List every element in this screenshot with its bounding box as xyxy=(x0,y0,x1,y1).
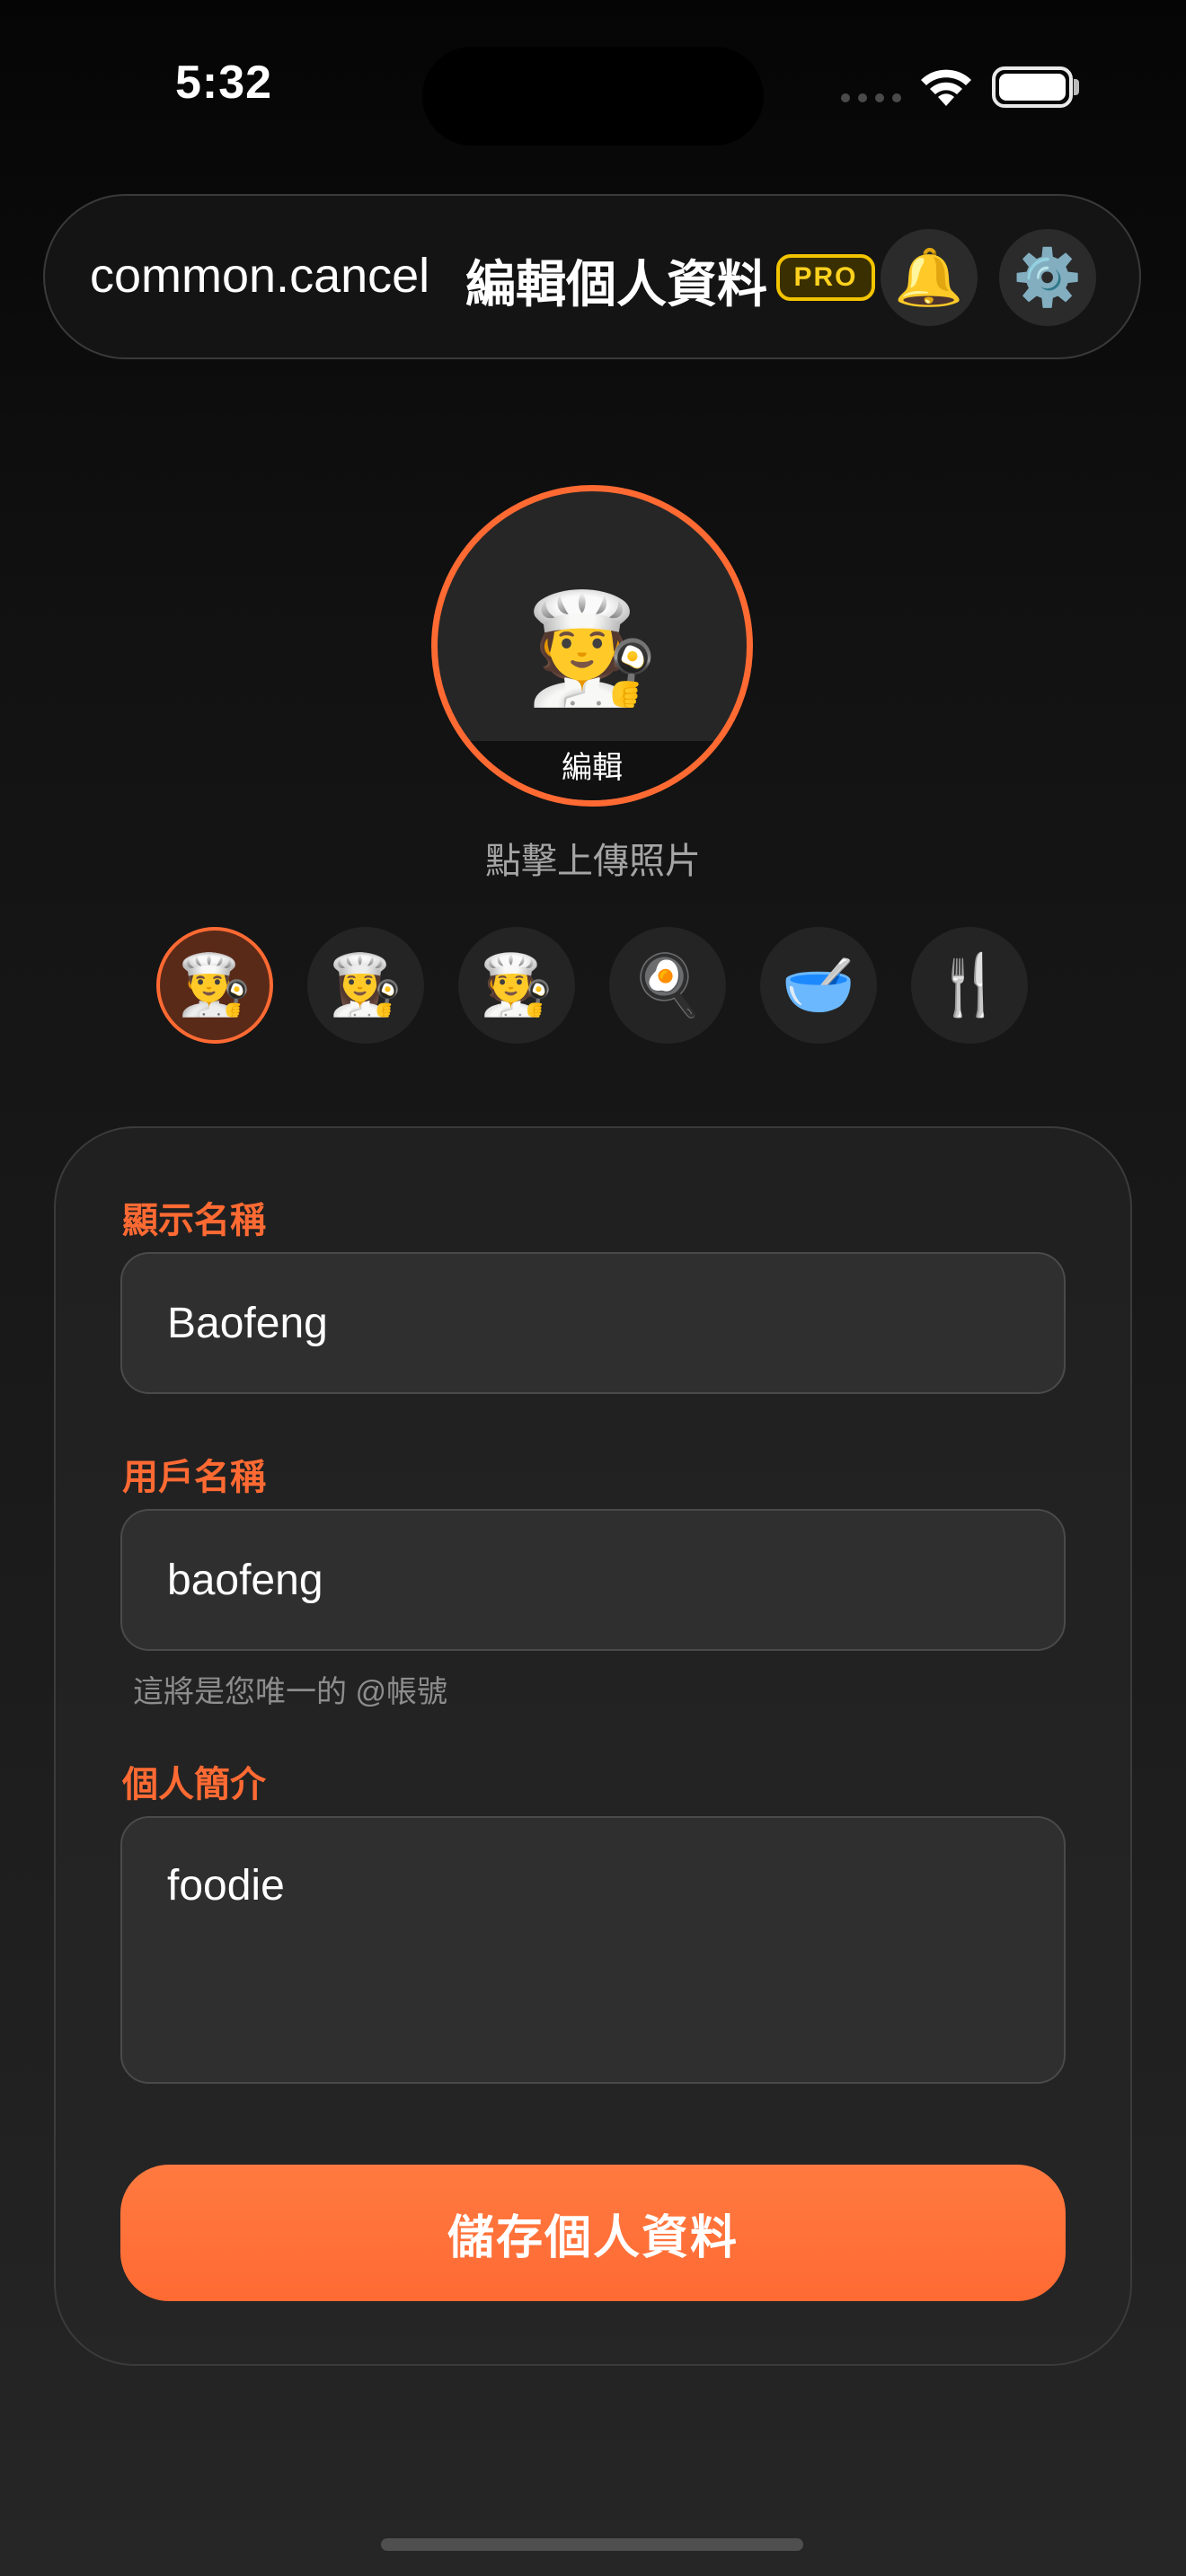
avatar-upload[interactable]: 🧑‍🍳 編輯 xyxy=(431,485,753,807)
avatar-edit-label[interactable]: 編輯 xyxy=(438,741,747,800)
cancel-button[interactable]: common.cancel xyxy=(90,248,429,304)
battery-cap xyxy=(1074,79,1079,95)
home-indicator xyxy=(381,2538,803,2551)
preset-avatar-chef[interactable]: 🧑‍🍳 xyxy=(458,927,575,1044)
preset-avatar-bowl[interactable]: 🥣 xyxy=(760,927,877,1044)
bio-textarea[interactable]: foodie xyxy=(120,1816,1066,2084)
upload-photo-hint: 點擊上傳照片 xyxy=(485,842,701,881)
chef-man-icon: 👨‍🍳 xyxy=(177,951,252,1018)
battery-icon xyxy=(992,66,1073,108)
fork-knife-icon: 🍴 xyxy=(932,951,1007,1018)
status-time: 5:32 xyxy=(175,57,273,109)
pro-badge[interactable]: PRO xyxy=(776,254,875,301)
bio-label: 個人簡介 xyxy=(122,1765,266,1804)
notifications-button[interactable]: 🔔 xyxy=(881,229,978,326)
preset-avatar-chef-woman[interactable]: 👩‍🍳 xyxy=(307,927,424,1044)
display-name-input[interactable] xyxy=(120,1252,1066,1394)
chef-avatar-icon: 🧑‍🍳 xyxy=(525,588,659,709)
cellular-signal-icon xyxy=(841,93,901,102)
settings-button[interactable]: ⚙️ xyxy=(999,229,1096,326)
bowl-icon: 🥣 xyxy=(781,951,856,1018)
gear-icon: ⚙️ xyxy=(1013,246,1083,309)
chef-icon: 🧑‍🍳 xyxy=(479,951,554,1018)
dynamic-island xyxy=(422,47,764,146)
preset-avatar-fork-knife[interactable]: 🍴 xyxy=(911,927,1028,1044)
preset-avatar-frying-pan[interactable]: 🍳 xyxy=(609,927,726,1044)
bell-icon: 🔔 xyxy=(894,246,964,309)
chef-woman-icon: 👩‍🍳 xyxy=(328,951,403,1018)
page-title: 編輯個人資料 xyxy=(465,256,767,313)
frying-pan-icon: 🍳 xyxy=(630,951,705,1018)
username-label: 用戶名稱 xyxy=(122,1458,266,1497)
display-name-label: 顯示名稱 xyxy=(122,1201,266,1240)
save-profile-button[interactable]: 儲存個人資料 xyxy=(120,2165,1066,2301)
username-helper-text: 這將是您唯一的 @帳號 xyxy=(133,1675,447,1709)
wifi-icon xyxy=(918,65,974,112)
username-input[interactable] xyxy=(120,1509,1066,1651)
preset-avatar-chef-man[interactable]: 👨‍🍳 xyxy=(156,927,273,1044)
